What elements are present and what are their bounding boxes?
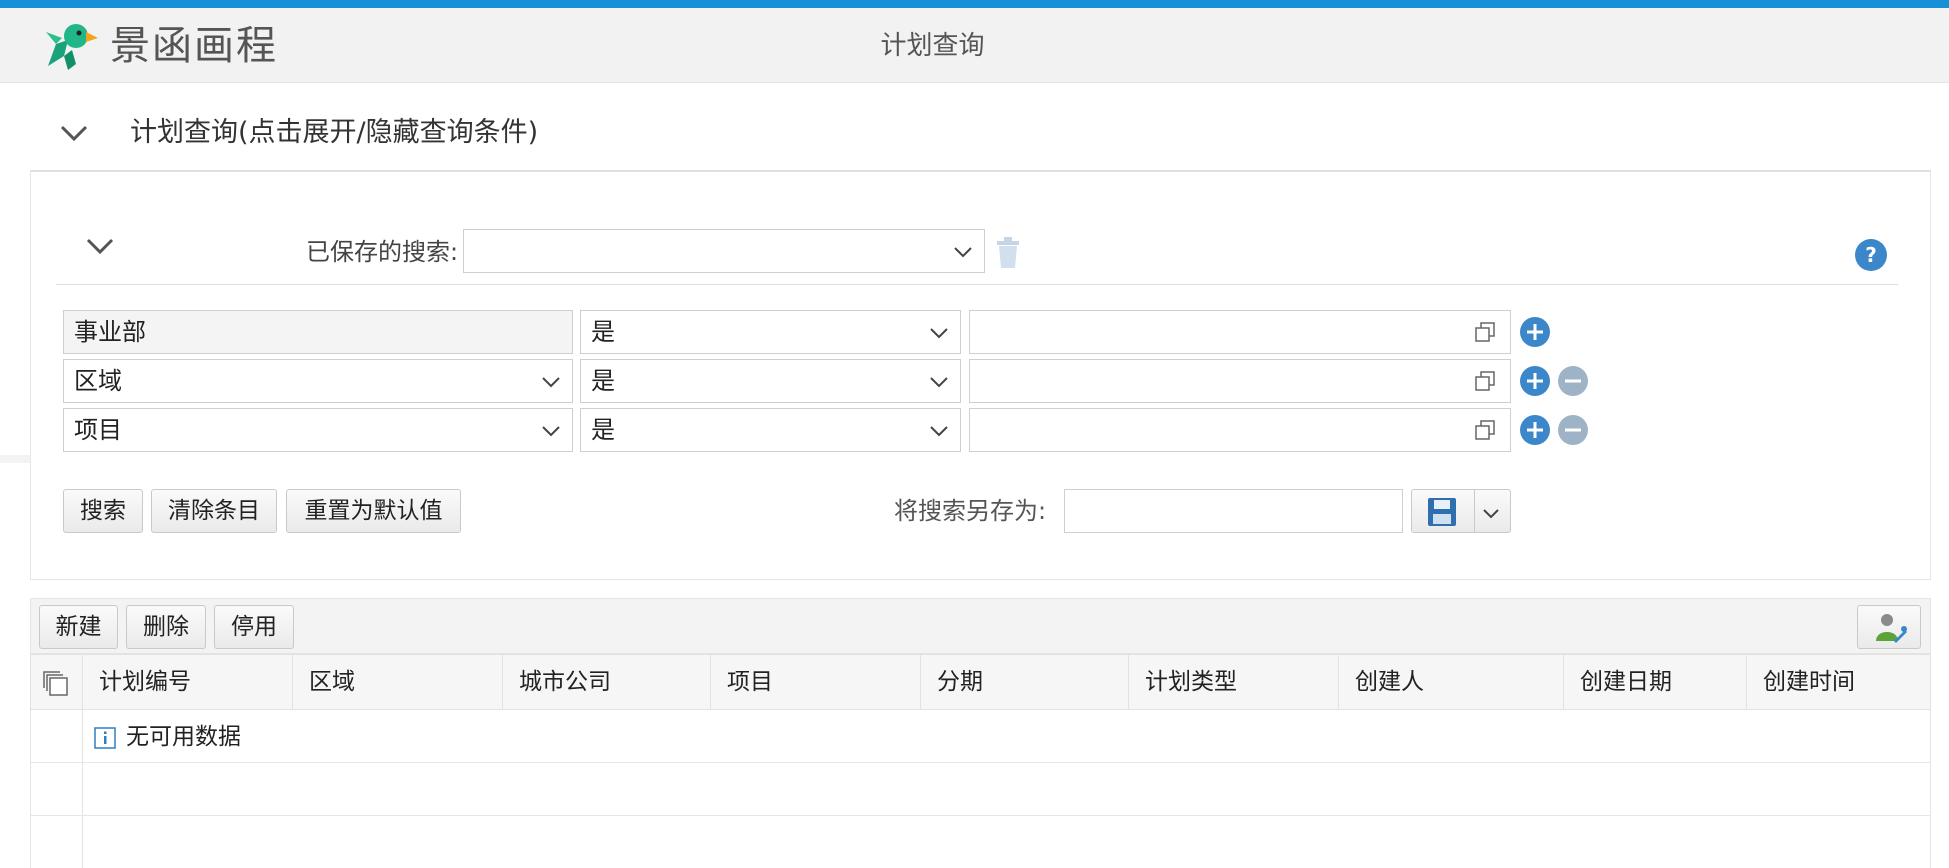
- left-edge-marker: [0, 455, 30, 463]
- column-header-project[interactable]: 项目: [711, 654, 921, 710]
- condition-operator-value: 是: [591, 416, 615, 444]
- column-header-plan-number[interactable]: 计划编号: [83, 654, 293, 710]
- chevron-down-icon: [930, 377, 948, 388]
- condition-operator-value: 是: [591, 367, 615, 395]
- add-condition-button[interactable]: [1519, 365, 1551, 397]
- column-header-phase[interactable]: 分期: [921, 654, 1129, 710]
- save-search-button[interactable]: [1411, 489, 1511, 533]
- grid-row-divider: [30, 762, 1931, 763]
- chevron-down-icon: [542, 426, 560, 437]
- condition-operator-value: 是: [591, 318, 615, 346]
- user-settings-icon: [1876, 614, 1907, 643]
- help-icon[interactable]: ?: [1853, 237, 1889, 273]
- grid-toolbar: [30, 598, 1931, 654]
- condition-field-value: 区域: [74, 367, 122, 395]
- grid-row-divider: [30, 815, 1931, 816]
- remove-condition-button[interactable]: [1557, 365, 1589, 397]
- popup-picker-icon[interactable]: [1474, 419, 1496, 441]
- delete-saved-search-trash-icon[interactable]: [993, 236, 1023, 270]
- column-header-create-date[interactable]: 创建日期: [1564, 654, 1747, 710]
- column-header-creator[interactable]: 创建人: [1339, 654, 1564, 710]
- no-data-message: 无可用数据: [126, 724, 241, 750]
- top-accent-bar: [0, 0, 1949, 8]
- condition-field-value: 项目: [74, 416, 122, 444]
- condition-operator-select[interactable]: 是: [580, 310, 961, 354]
- collapse-conditions-chevron-icon[interactable]: [82, 228, 118, 264]
- clear-conditions-button[interactable]: 清除条目: [151, 489, 277, 533]
- popup-picker-icon[interactable]: [1474, 321, 1496, 343]
- condition-field-select[interactable]: 区域: [63, 359, 573, 403]
- reset-default-button[interactable]: 重置为默认值: [286, 489, 461, 533]
- search-button[interactable]: 搜索: [63, 489, 143, 533]
- saved-search-label: 已保存的搜索:: [306, 238, 459, 266]
- select-all-columns-icon[interactable]: [42, 670, 70, 698]
- column-header-plan-type[interactable]: 计划类型: [1129, 654, 1339, 710]
- condition-operator-select[interactable]: 是: [580, 359, 961, 403]
- info-icon: [94, 727, 116, 749]
- chevron-down-icon: [542, 377, 560, 388]
- chevron-down-icon: [954, 247, 972, 258]
- panel-divider: [56, 284, 1898, 285]
- add-condition-button[interactable]: [1519, 414, 1551, 446]
- disable-button[interactable]: 停用: [214, 605, 294, 649]
- column-header-city-company[interactable]: 城市公司: [503, 654, 711, 710]
- page-title: 计划查询: [880, 31, 985, 61]
- chevron-down-icon: [930, 328, 948, 339]
- add-condition-button[interactable]: [1519, 316, 1551, 348]
- condition-value-input[interactable]: [969, 359, 1511, 403]
- column-header-create-time[interactable]: 创建时间: [1747, 654, 1931, 710]
- delete-button[interactable]: 删除: [126, 605, 206, 649]
- condition-value-input[interactable]: [969, 310, 1511, 354]
- floppy-disk-icon: [1428, 498, 1456, 526]
- column-settings-button[interactable]: [1857, 605, 1921, 649]
- save-search-as-label: 将搜索另存为:: [894, 497, 1047, 525]
- save-search-as-input[interactable]: [1064, 489, 1403, 533]
- save-button-separator: [1474, 490, 1475, 532]
- saved-search-select[interactable]: [463, 229, 985, 273]
- column-header-region[interactable]: 区域: [293, 654, 503, 710]
- svg-text:?: ?: [1865, 243, 1877, 267]
- new-button[interactable]: 新建: [39, 605, 118, 649]
- collapse-section-chevron-icon[interactable]: [56, 115, 92, 151]
- chevron-down-icon: [930, 426, 948, 437]
- chevron-down-icon[interactable]: [1480, 502, 1502, 524]
- section-title[interactable]: 计划查询(点击展开/隐藏查询条件): [130, 114, 538, 152]
- condition-value-input[interactable]: [969, 408, 1511, 452]
- condition-operator-select[interactable]: 是: [580, 408, 961, 452]
- condition-field-business-unit: 事业部: [63, 310, 573, 354]
- remove-condition-button[interactable]: [1557, 414, 1589, 446]
- popup-picker-icon[interactable]: [1474, 370, 1496, 392]
- condition-field-select[interactable]: 项目: [63, 408, 573, 452]
